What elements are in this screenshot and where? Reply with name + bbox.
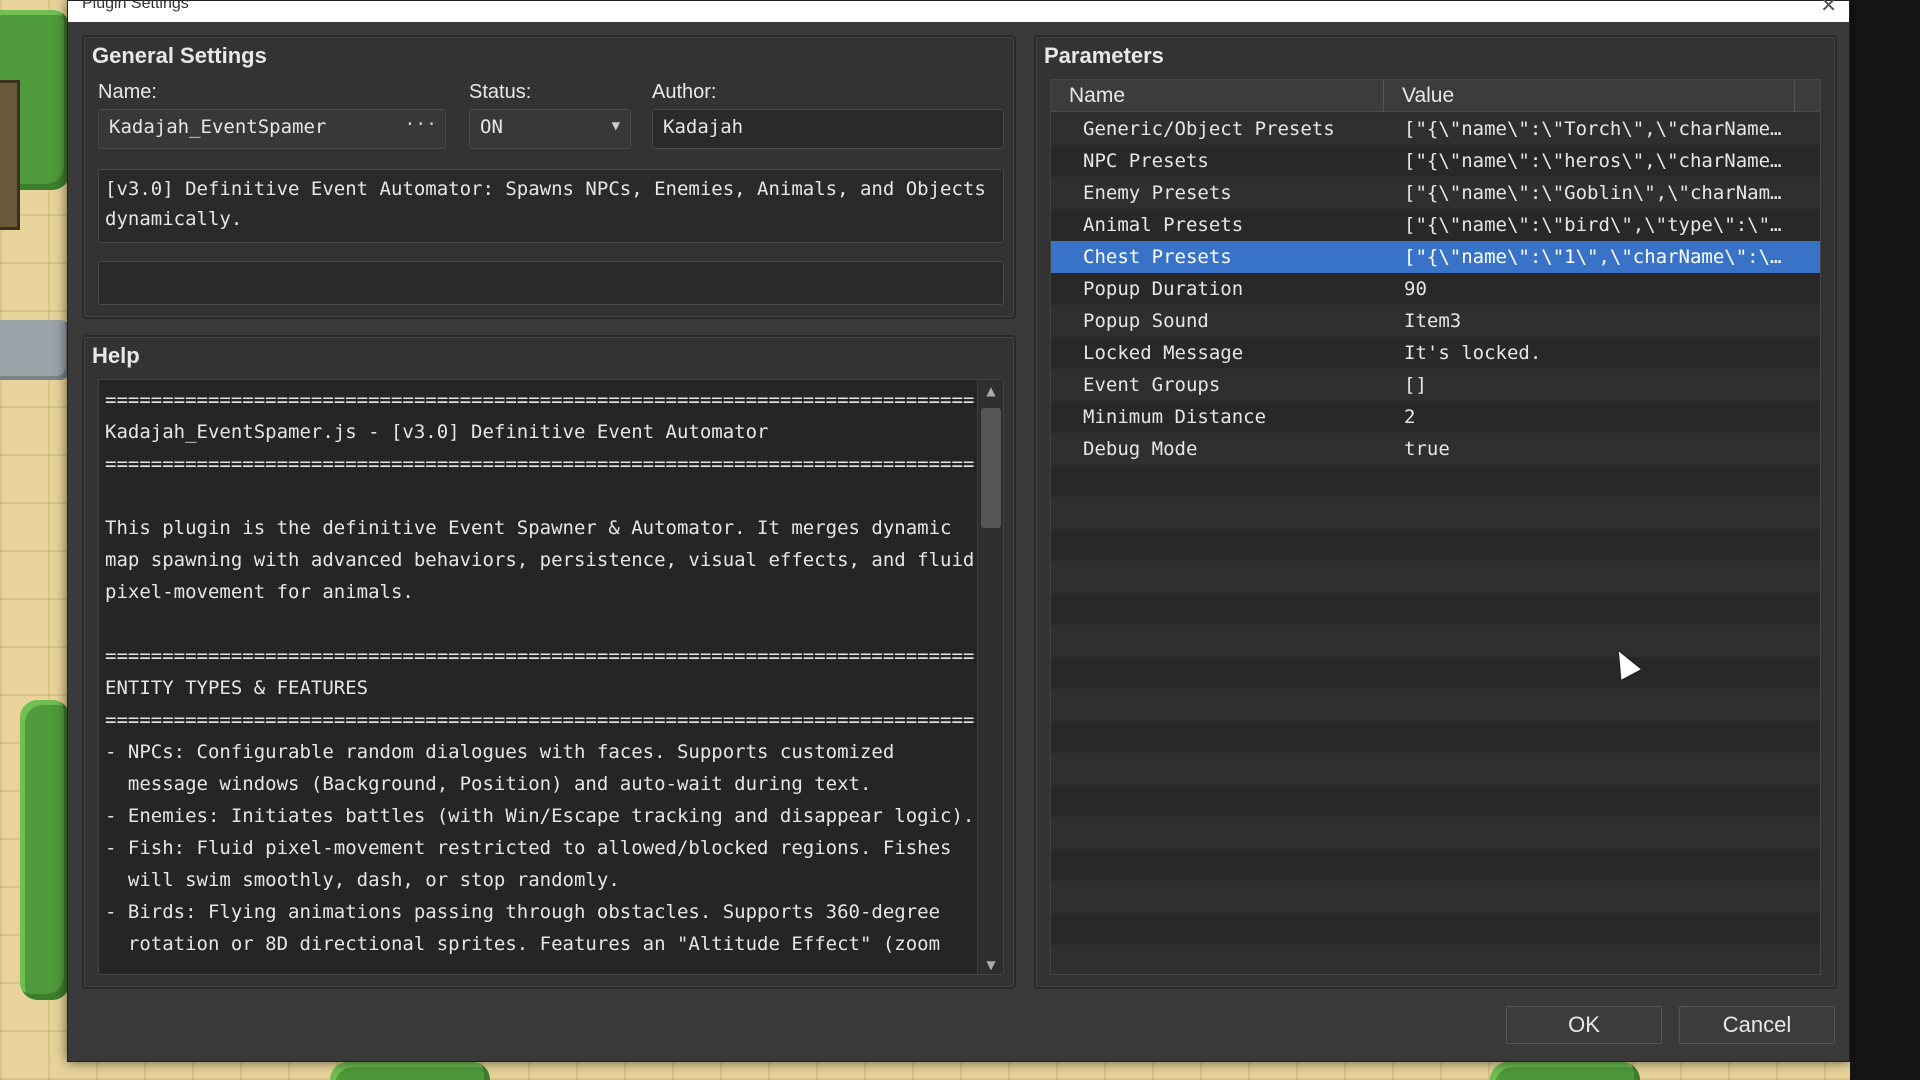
table-row[interactable]: NPC Presets ["{\"name\":\"heros\",\"charN… [1051, 145, 1820, 177]
table-row[interactable]: Event Groups [] [1051, 369, 1820, 401]
param-value-cell: true [1404, 438, 1450, 460]
table-row[interactable] [1051, 785, 1820, 817]
param-value-cell: Item3 [1404, 310, 1462, 332]
param-name-cell: Popup Duration [1083, 278, 1244, 300]
plugin-settings-dialog: Plugin Settings ✕ General Settings Name:… [67, 0, 1850, 1062]
table-row[interactable] [1051, 497, 1820, 529]
table-row[interactable] [1051, 817, 1820, 849]
param-value-cell: [] [1404, 374, 1427, 396]
title-bar: Plugin Settings ✕ [68, 0, 1849, 22]
help-text: ========================================… [105, 389, 975, 955]
close-icon[interactable]: ✕ [1820, 0, 1837, 18]
parameters-group: Parameters Name Value Generic/Object Pre… [1034, 35, 1837, 989]
table-row[interactable]: Chest Presets ["{\"name\":\"1\",\"charNam… [1051, 241, 1820, 273]
param-value-cell: ["{\"name\":\"bird\",\"type\":\"··· [1404, 214, 1784, 236]
column-header-name[interactable]: Name [1051, 80, 1384, 112]
wall-tile [0, 80, 20, 230]
map-edge [1850, 0, 1920, 1080]
cancel-button[interactable]: Cancel [1679, 1006, 1835, 1044]
param-name-cell: NPC Presets [1083, 150, 1209, 172]
param-name-cell: Chest Presets [1083, 246, 1232, 268]
param-value-cell: ["{\"name\":\"Goblin\",\"charNam··· [1404, 182, 1784, 204]
param-name-cell: Minimum Distance [1083, 406, 1267, 428]
table-row[interactable] [1051, 849, 1820, 881]
table-row[interactable] [1051, 945, 1820, 974]
table-row[interactable]: Generic/Object Presets ["{\"name\":\"Torc… [1051, 113, 1820, 145]
table-row[interactable]: Enemy Presets ["{\"name\":\"Goblin\",\"ch… [1051, 177, 1820, 209]
name-value: Kadajah_EventSpamer [109, 116, 327, 138]
general-settings-title: General Settings [92, 43, 267, 68]
name-field[interactable]: Kadajah_EventSpamer ··· [98, 109, 446, 149]
grass-tile [1490, 1062, 1640, 1080]
table-header: Name Value [1051, 80, 1820, 112]
parameters-table: Name Value Generic/Object Presets ["{\"na… [1050, 79, 1821, 975]
table-row[interactable]: Animal Presets ["{\"name\":\"bird\",\"typ… [1051, 209, 1820, 241]
param-value-cell: ["{\"name\":\"1\",\"charName\":\··· [1404, 246, 1784, 268]
column-header-value[interactable]: Value [1384, 80, 1795, 112]
param-name-cell: Debug Mode [1083, 438, 1198, 460]
help-group: Help ===================================… [82, 335, 1016, 989]
grass-tile [20, 700, 70, 1000]
table-row[interactable]: Debug Mode true [1051, 433, 1820, 465]
table-row[interactable] [1051, 593, 1820, 625]
author-value: Kadajah [663, 116, 744, 138]
help-title: Help [92, 343, 140, 368]
window-title: Plugin Settings [82, 0, 189, 12]
table-row[interactable] [1051, 689, 1820, 721]
table-row[interactable] [1051, 625, 1820, 657]
param-value-cell: ["{\"name\":\"heros\",\"charName··· [1404, 150, 1784, 172]
status-label: Status: [469, 81, 532, 103]
table-row[interactable]: Minimum Distance 2 [1051, 401, 1820, 433]
help-scrollbar[interactable]: ▲ ▼ [977, 380, 1003, 974]
browse-button[interactable]: ··· [404, 114, 437, 135]
table-row[interactable] [1051, 913, 1820, 945]
table-row[interactable]: Popup Sound Item3 [1051, 305, 1820, 337]
author-label: Author: [652, 81, 717, 103]
arrow-down-icon[interactable]: ▼ [978, 958, 1003, 972]
table-row[interactable]: Popup Duration 90 [1051, 273, 1820, 305]
author-field[interactable]: Kadajah [652, 109, 1004, 149]
table-row[interactable] [1051, 465, 1820, 497]
rock-tile [0, 320, 70, 380]
parameters-rows: Generic/Object Presets ["{\"name\":\"Torc… [1051, 113, 1820, 974]
param-value-cell: 90 [1404, 278, 1427, 300]
grass-tile [330, 1062, 490, 1080]
help-text-area[interactable]: ========================================… [98, 379, 1004, 975]
param-name-cell: Enemy Presets [1083, 182, 1232, 204]
param-name-cell: Animal Presets [1083, 214, 1244, 236]
status-select[interactable]: ON ▼ [469, 109, 631, 149]
table-row[interactable] [1051, 881, 1820, 913]
scrollbar-thumb[interactable] [981, 408, 1001, 528]
table-row[interactable] [1051, 561, 1820, 593]
parameters-title: Parameters [1044, 43, 1164, 68]
chevron-down-icon: ▼ [611, 118, 620, 134]
param-name-cell: Generic/Object Presets [1083, 118, 1335, 140]
param-value-cell: 2 [1404, 406, 1416, 428]
param-name-cell: Popup Sound [1083, 310, 1209, 332]
ok-button[interactable]: OK [1506, 1006, 1662, 1044]
table-row[interactable] [1051, 529, 1820, 561]
table-row[interactable] [1051, 721, 1820, 753]
param-value-cell: ["{\"name\":\"Torch\",\"charName··· [1404, 118, 1784, 140]
status-value: ON [480, 116, 503, 138]
name-label: Name: [98, 81, 157, 103]
table-row[interactable]: Locked Message It's locked. [1051, 337, 1820, 369]
extra-field[interactable] [98, 261, 1004, 305]
general-settings-group: General Settings Name: Kadajah_EventSpam… [82, 35, 1016, 319]
param-name-cell: Event Groups [1083, 374, 1221, 396]
table-row[interactable] [1051, 753, 1820, 785]
table-row[interactable] [1051, 657, 1820, 689]
arrow-up-icon[interactable]: ▲ [978, 384, 1003, 398]
param-value-cell: It's locked. [1404, 342, 1542, 364]
description-field[interactable]: [v3.0] Definitive Event Automator: Spawn… [98, 169, 1004, 243]
param-name-cell: Locked Message [1083, 342, 1244, 364]
